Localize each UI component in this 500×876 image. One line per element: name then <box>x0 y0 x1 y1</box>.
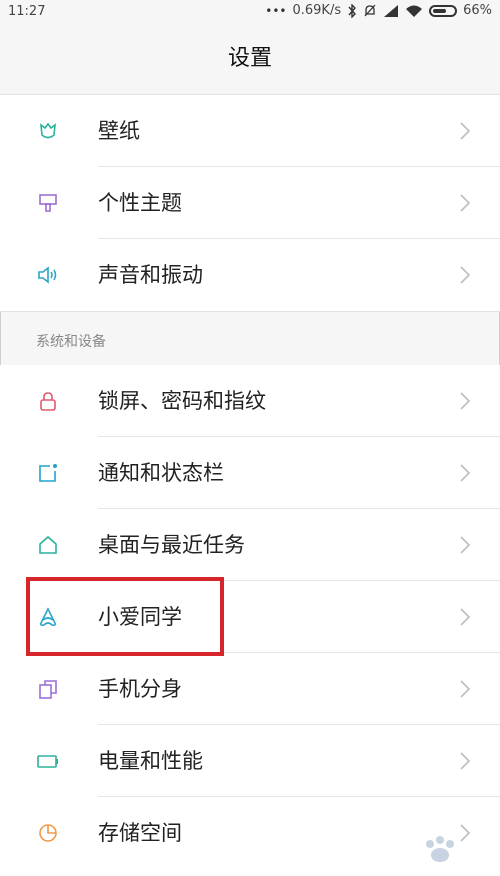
settings-item-lockscreen[interactable]: 锁屏、密码和指纹 <box>0 365 500 437</box>
settings-item-wallpaper[interactable]: 壁纸 <box>0 95 500 167</box>
chevron-right-icon <box>460 266 471 284</box>
wifi-icon <box>406 5 423 17</box>
section-header-system: 系统和设备 <box>0 320 500 364</box>
notification-icon <box>39 464 57 482</box>
sound-icon <box>38 266 57 284</box>
chevron-right-icon <box>460 608 471 626</box>
status-icons: ••• 0.69K/s 66% <box>265 3 492 18</box>
chevron-right-icon <box>460 464 471 482</box>
page-title: 设置 <box>0 24 500 95</box>
settings-item-label: 通知和状态栏 <box>98 461 224 485</box>
signal-icon <box>384 4 399 17</box>
status-time: 11:27 <box>8 4 46 19</box>
settings-item-label: 声音和振动 <box>98 263 203 287</box>
battery-performance-icon <box>37 755 58 768</box>
network-speed: 0.69K/s <box>292 3 342 18</box>
settings-item-sound[interactable]: 声音和振动 <box>0 239 500 311</box>
battery-fill <box>433 8 447 13</box>
highlight-annotation-box <box>26 577 224 656</box>
settings-item-label: 锁屏、密码和指纹 <box>98 389 266 413</box>
chevron-right-icon <box>460 680 471 698</box>
bluetooth-icon <box>348 3 357 18</box>
storage-pie-icon <box>39 824 57 842</box>
chevron-right-icon <box>460 392 471 410</box>
more-dots-icon: ••• <box>265 3 287 18</box>
section-title: 系统和设备 <box>36 334 106 350</box>
chevron-right-icon <box>460 194 471 212</box>
chevron-right-icon <box>460 536 471 554</box>
battery-percent: 66% <box>463 3 492 18</box>
settings-group-personalization: 壁纸 个性主题 声音和振动 <box>0 95 500 312</box>
settings-item-theme[interactable]: 个性主题 <box>0 167 500 239</box>
chevron-right-icon <box>460 122 471 140</box>
theme-brush-icon <box>39 194 57 212</box>
dual-phone-icon <box>39 680 57 699</box>
settings-item-label: 存储空间 <box>98 821 182 845</box>
battery-icon <box>429 4 458 17</box>
home-icon <box>39 535 57 554</box>
settings-item-dual-phone[interactable]: 手机分身 <box>0 653 500 725</box>
chevron-right-icon <box>460 752 471 770</box>
lock-icon <box>40 392 56 411</box>
baidu-paw-icon <box>426 836 454 862</box>
settings-item-notifications[interactable]: 通知和状态栏 <box>0 437 500 509</box>
settings-item-label: 手机分身 <box>98 677 182 701</box>
settings-item-label: 个性主题 <box>98 191 182 215</box>
settings-item-label: 桌面与最近任务 <box>98 533 245 557</box>
settings-item-label: 壁纸 <box>98 119 140 143</box>
settings-item-home[interactable]: 桌面与最近任务 <box>0 509 500 581</box>
baidu-watermark <box>382 830 492 870</box>
settings-item-battery[interactable]: 电量和性能 <box>0 725 500 797</box>
wallpaper-icon <box>40 122 56 139</box>
mute-icon <box>364 4 376 16</box>
settings-item-label: 电量和性能 <box>98 749 203 773</box>
status-bar: 11:27 ••• 0.69K/s 66% <box>0 0 500 24</box>
